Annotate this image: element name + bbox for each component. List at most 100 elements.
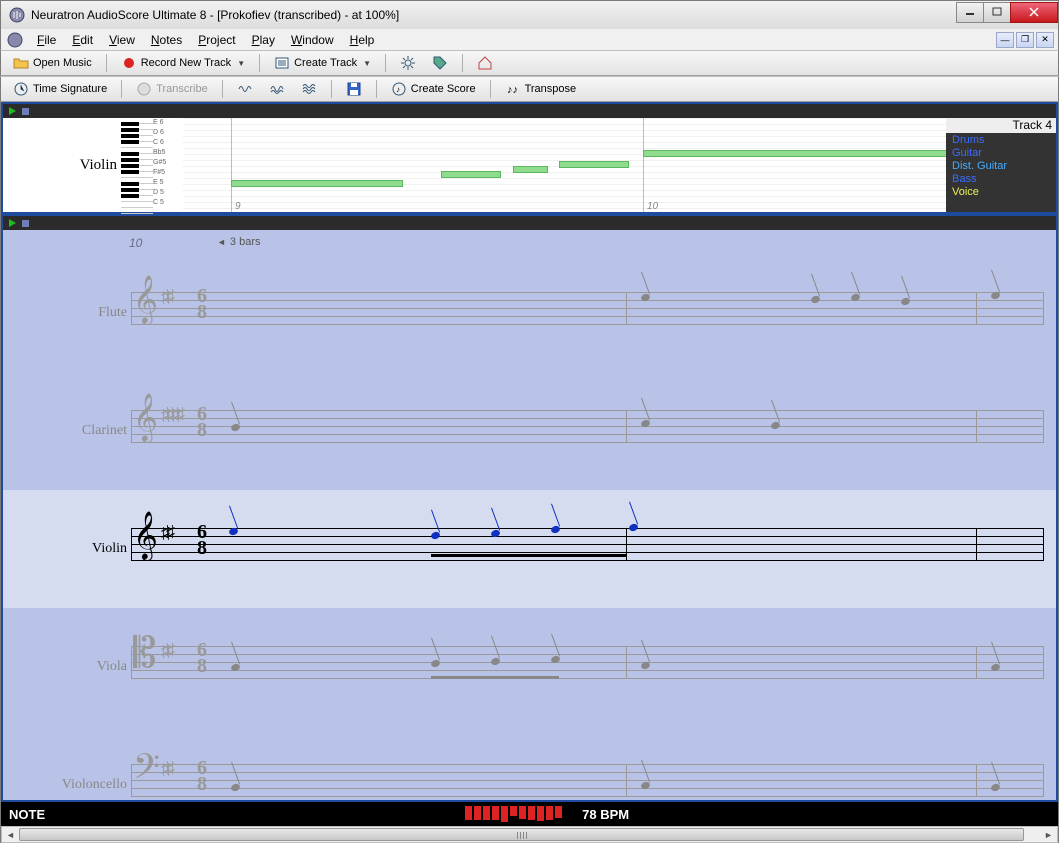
transcribe-label: Transcribe (156, 83, 208, 95)
window-titlebar: Neuratron AudioScore Ultimate 8 - [Proko… (0, 0, 1059, 29)
close-button[interactable] (1010, 2, 1058, 23)
home-icon (477, 55, 493, 71)
app-icon (9, 7, 25, 23)
home-button[interactable] (471, 52, 499, 74)
instrument-label: Violoncello (62, 777, 127, 793)
secondary-toolbar: Time Signature Transcribe ♪ Create Score… (0, 76, 1059, 102)
instrument-label: Viola (97, 659, 127, 675)
menu-file[interactable]: File (29, 31, 64, 49)
mdi-minimize-button[interactable]: — (996, 32, 1014, 48)
track-header[interactable]: Track 4 (946, 118, 1056, 133)
tag-button[interactable] (426, 52, 454, 74)
time-signature-icon (13, 81, 29, 97)
menu-play[interactable]: Play (244, 31, 283, 49)
note-labels: E 6D 6C 6Bb5G#5F#5E 5D 5C 5 (153, 118, 183, 212)
menu-view[interactable]: View (101, 31, 143, 49)
mdi-icon (7, 32, 23, 48)
create-score-button[interactable]: ♪ Create Score (385, 78, 482, 100)
transcribe-icon (136, 81, 152, 97)
menu-bar: FileEditViewNotesProjectPlayWindowHelp —… (0, 29, 1059, 50)
folder-open-icon (13, 55, 29, 71)
minimize-button[interactable] (956, 2, 984, 23)
transpose-button[interactable]: ♪♪ Transpose (499, 78, 583, 100)
piano-keyboard[interactable] (121, 118, 153, 212)
save-button[interactable] (340, 78, 368, 100)
time-signature-button[interactable]: Time Signature (7, 78, 113, 100)
menu-edit[interactable]: Edit (64, 31, 101, 49)
wave-icon (237, 81, 253, 97)
staff-row-flute[interactable]: Flute𝄞♯♯68 (3, 254, 1056, 372)
score-controls (3, 216, 1056, 230)
main-toolbar: Open Music Record New Track ▼ Create Tra… (0, 50, 1059, 76)
wave-icon (269, 81, 285, 97)
mdi-restore-button[interactable]: ❐ (1016, 32, 1034, 48)
create-track-button[interactable]: Create Track ▼ (268, 52, 377, 74)
tool-button-2[interactable] (263, 78, 291, 100)
scroll-left-button[interactable]: ◄ (2, 827, 19, 842)
play-button[interactable] (9, 219, 16, 227)
piano-roll-pane: Violin E 6D 6C 6Bb5G#5F#5E 5D 5C 5 91011… (1, 102, 1058, 214)
track-item[interactable]: Bass (952, 173, 1050, 186)
wave-icon (301, 81, 317, 97)
menu-notes[interactable]: Notes (143, 31, 190, 49)
tag-icon (432, 55, 448, 71)
staff-row-violoncello[interactable]: Violoncello𝄢♯♯68 (3, 726, 1056, 800)
play-button[interactable] (9, 107, 16, 115)
staff-row-viola[interactable]: Viola𝄡♯♯68 (3, 608, 1056, 726)
stop-button[interactable] (22, 108, 29, 115)
bar-info[interactable]: 3 bars (217, 236, 261, 248)
settings-button[interactable] (394, 52, 422, 74)
dropdown-arrow-icon[interactable]: ▼ (363, 59, 371, 68)
bar-number: 10 (129, 236, 142, 250)
tool-button-1[interactable] (231, 78, 259, 100)
mdi-close-button[interactable]: ✕ (1036, 32, 1054, 48)
score-pane: 10 3 bars Flute𝄞♯♯68Clarinet𝄞♯♯♯♯68Violi… (1, 214, 1058, 802)
mode-label: NOTE (9, 807, 45, 822)
track-item[interactable]: Dist. Guitar (952, 160, 1050, 173)
gear-icon (400, 55, 416, 71)
transpose-label: Transpose (525, 83, 577, 95)
record-icon (121, 55, 137, 71)
open-music-button[interactable]: Open Music (7, 52, 98, 74)
create-track-icon (274, 55, 290, 71)
maximize-button[interactable] (983, 2, 1011, 23)
instrument-label: Clarinet (82, 423, 127, 439)
floppy-icon (346, 81, 362, 97)
time-signature-label: Time Signature (33, 83, 107, 95)
create-track-label: Create Track (294, 57, 357, 69)
track-item[interactable]: Drums (952, 134, 1050, 147)
record-label: Record New Track (141, 57, 231, 69)
tempo-meter (465, 806, 562, 822)
piano-roll-grid[interactable]: 91011 (183, 118, 946, 212)
status-bar: NOTE 78 BPM (1, 802, 1058, 826)
window-title: Neuratron AudioScore Ultimate 8 - [Proko… (31, 8, 957, 22)
menu-window[interactable]: Window (283, 31, 342, 49)
tool-button-3[interactable] (295, 78, 323, 100)
menu-help[interactable]: Help (342, 31, 383, 49)
record-new-track-button[interactable]: Record New Track ▼ (115, 52, 251, 74)
instrument-label: Violin (92, 541, 127, 557)
score-icon: ♪ (391, 81, 407, 97)
dropdown-arrow-icon[interactable]: ▼ (237, 59, 245, 68)
menu-project[interactable]: Project (190, 31, 243, 49)
open-music-label: Open Music (33, 57, 92, 69)
track-item[interactable]: Voice (952, 186, 1050, 199)
scrollbar-thumb[interactable] (19, 828, 1024, 841)
svg-text:♪: ♪ (396, 85, 400, 94)
staff-row-violin[interactable]: Violin𝄞♯♯68 (3, 490, 1056, 608)
track-list: Track 4 DrumsGuitarDist. GuitarBassVoice (946, 118, 1056, 212)
create-score-label: Create Score (411, 83, 476, 95)
transcribe-button: Transcribe (130, 78, 214, 100)
scroll-right-button[interactable]: ► (1040, 827, 1057, 842)
bpm-label: 78 BPM (582, 807, 1050, 822)
instrument-label: Flute (98, 305, 127, 321)
track-item[interactable]: Guitar (952, 147, 1050, 160)
transpose-icon: ♪♪ (505, 81, 521, 97)
score-view[interactable]: 10 3 bars Flute𝄞♯♯68Clarinet𝄞♯♯♯♯68Violi… (3, 230, 1056, 800)
horizontal-scrollbar[interactable]: ◄ ► (1, 826, 1058, 843)
piano-roll-controls (3, 104, 1056, 118)
piano-roll-instrument: Violin (3, 118, 121, 212)
staff-row-clarinet[interactable]: Clarinet𝄞♯♯♯♯68 (3, 372, 1056, 490)
svg-text:♪♪: ♪♪ (507, 84, 518, 96)
stop-button[interactable] (22, 220, 29, 227)
